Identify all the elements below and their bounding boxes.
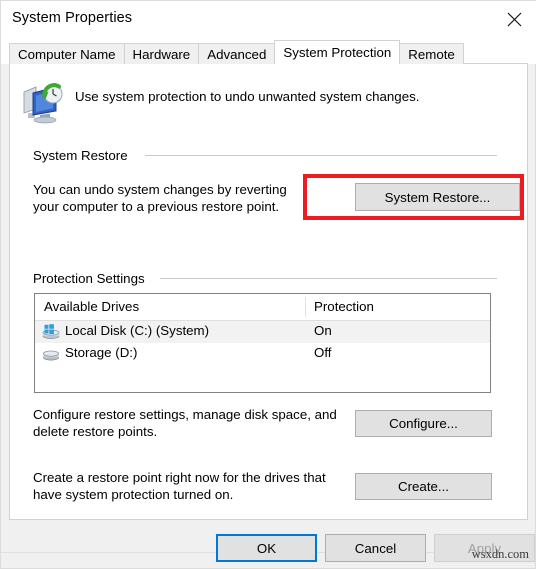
system-restore-group-rule <box>145 155 497 156</box>
tab-strip: Computer Name Hardware Advanced System P… <box>1 38 536 64</box>
create-description-line1: Create a restore point right now for the… <box>33 470 326 485</box>
drive-name: Local Disk (C:) (System) <box>65 323 210 338</box>
create-button[interactable]: Create... <box>355 473 492 500</box>
title-bar: System Properties <box>1 1 536 38</box>
tab-computer-name[interactable]: Computer Name <box>9 43 125 64</box>
tab-advanced[interactable]: Advanced <box>198 43 276 64</box>
system-restore-description-line2: your computer to a previous restore poin… <box>33 199 280 214</box>
column-header-available-drives: Available Drives <box>44 299 140 314</box>
cancel-button[interactable]: Cancel <box>325 534 426 562</box>
system-protection-panel: Use system protection to undo unwanted s… <box>9 63 528 520</box>
ok-button[interactable]: OK <box>216 534 317 562</box>
column-divider <box>305 297 306 317</box>
system-restore-button[interactable]: System Restore... <box>355 183 520 211</box>
protection-settings-group-rule <box>160 278 497 279</box>
window-title: System Properties <box>12 10 133 26</box>
drive-protection-status: On <box>314 323 332 338</box>
create-description: Create a restore point right now for the… <box>33 469 353 503</box>
tab-remote[interactable]: Remote <box>399 43 464 64</box>
system-restore-description: You can undo system changes by reverting… <box>33 181 308 215</box>
table-row[interactable]: Storage (D:) Off <box>35 343 490 365</box>
close-window-button[interactable] <box>491 1 536 38</box>
panel-description: Use system protection to undo unwanted s… <box>75 89 420 104</box>
system-restore-group-label: System Restore <box>33 148 135 163</box>
watermark: wsxdn.com <box>471 547 529 561</box>
column-header-protection: Protection <box>314 299 374 314</box>
configure-description: Configure restore settings, manage disk … <box>33 406 353 440</box>
configure-button[interactable]: Configure... <box>355 410 492 437</box>
protection-settings-group-label: Protection Settings <box>33 271 152 286</box>
create-description-line2: have system protection turned on. <box>33 487 234 502</box>
system-restore-description-line1: You can undo system changes by reverting <box>33 182 287 197</box>
close-icon <box>507 12 522 27</box>
system-drive-icon <box>42 324 60 340</box>
tab-system-protection[interactable]: System Protection <box>274 40 401 64</box>
tab-hardware[interactable]: Hardware <box>123 43 200 64</box>
drive-protection-status: Off <box>314 345 332 360</box>
drive-name: Storage (D:) <box>65 345 138 360</box>
available-drives-list[interactable]: Available Drives Protection Local Disk (… <box>34 293 491 393</box>
drive-icon <box>42 346 60 362</box>
configure-description-line1: Configure restore settings, manage disk … <box>33 407 337 422</box>
drives-list-header: Available Drives Protection <box>35 294 490 321</box>
table-row[interactable]: Local Disk (C:) (System) On <box>35 321 490 343</box>
system-restore-icon <box>20 82 66 126</box>
configure-description-line2: delete restore points. <box>33 424 158 439</box>
system-properties-dialog: System Properties Computer Name Hardware… <box>0 0 536 569</box>
